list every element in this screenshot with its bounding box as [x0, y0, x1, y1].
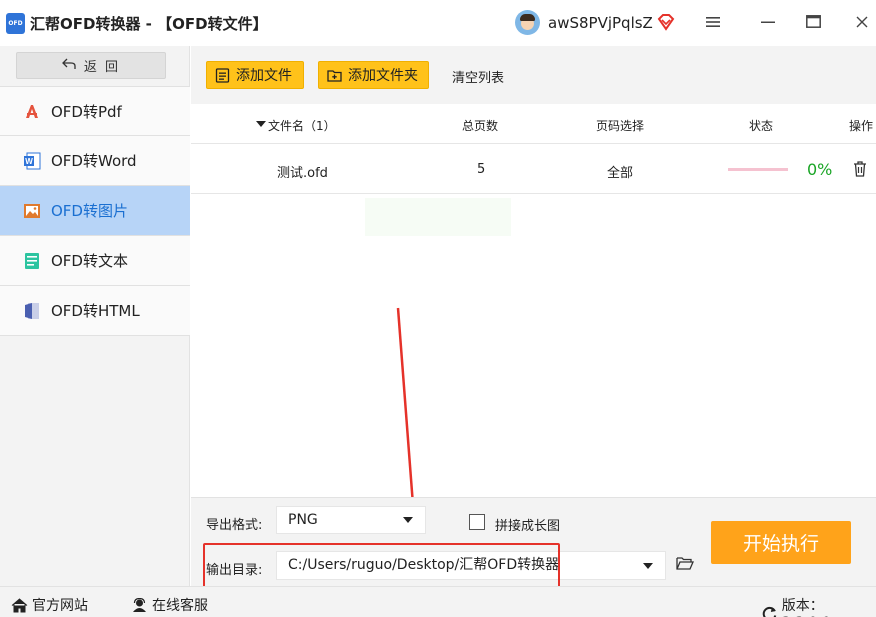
sidebar-item-label: OFD转图片 [51, 202, 128, 220]
table-row[interactable]: 测试.ofd 5 全部 0% [191, 145, 876, 194]
start-button[interactable]: 开始执行 [711, 521, 851, 564]
status-percent: 0% [807, 160, 833, 179]
title-bar: OFD 汇帮OFD转换器 - 【OFD转文件】 awS8PVjPqlsZ [0, 0, 876, 46]
trash-icon[interactable] [853, 161, 867, 177]
toolbar: 添加文件 添加文件夹 清空列表 [191, 46, 876, 104]
add-file-icon [215, 67, 230, 83]
chevron-down-icon [643, 562, 653, 569]
add-file-label: 添加文件 [236, 68, 292, 84]
version-label: 版本： 3.3.0.0 [781, 598, 831, 617]
text-icon [23, 252, 41, 270]
back-button[interactable]: 返 回 [16, 52, 166, 79]
table-header: 文件名（1） 总页数 页码选择 状态 操作 [191, 104, 876, 144]
faded-overlay [365, 198, 511, 236]
avatar-hair [520, 14, 535, 21]
merge-checkbox[interactable] [469, 514, 485, 530]
folder-icon[interactable] [676, 556, 694, 571]
back-label: 返 回 [83, 60, 121, 75]
sidebar-item-label: OFD转Pdf [51, 102, 122, 121]
home-icon [11, 597, 28, 612]
avatar[interactable] [515, 10, 540, 35]
cell-pages: 5 [477, 162, 486, 177]
col-page-select: 页码选择 [596, 119, 645, 133]
progress-bar [728, 168, 788, 171]
add-file-button[interactable]: 添加文件 [206, 61, 304, 89]
vip-diamond-icon[interactable] [656, 12, 676, 32]
clear-list-button[interactable]: 清空列表 [452, 67, 504, 86]
sort-caret-icon[interactable] [256, 117, 266, 131]
close-icon[interactable] [851, 12, 873, 34]
back-arrow-icon [62, 58, 76, 74]
refresh-icon [762, 606, 777, 617]
word-icon: W [23, 152, 41, 170]
highlight-box [203, 543, 560, 589]
image-icon [23, 202, 41, 220]
format-label: 导出格式: [206, 518, 263, 533]
support-label: 在线客服 [152, 598, 208, 614]
sidebar-item-text[interactable]: OFD转文本 [0, 236, 190, 286]
chevron-down-icon [403, 517, 413, 523]
col-status: 状态 [749, 119, 774, 133]
merge-label[interactable]: 拼接成长图 [495, 515, 560, 534]
support-icon [133, 597, 146, 612]
website-label: 官方网站 [32, 598, 88, 614]
window-title: 汇帮OFD转换器 - 【OFD转文件】 [30, 15, 268, 33]
app-logo-icon: OFD [6, 13, 25, 34]
add-folder-icon [327, 68, 342, 83]
col-action: 操作 [849, 119, 874, 133]
sidebar-item-pdf[interactable]: OFD转Pdf [0, 86, 190, 136]
col-pages: 总页数 [462, 119, 499, 133]
pdf-icon [23, 102, 41, 120]
version-info[interactable]: 版本： 3.3.0.0 [762, 595, 876, 617]
status-bar: 官方网站 在线客服 版本： 3.3.0.0 [0, 586, 876, 617]
support-link[interactable]: 在线客服 [131, 595, 208, 615]
nav-list: OFD转Pdf W OFD转Word OFD转图片 OFD转文本 OFD转HTM… [0, 86, 190, 336]
sidebar-item-label: OFD转HTML [51, 302, 140, 320]
svg-text:W: W [25, 157, 33, 166]
sidebar-item-label: OFD转Word [51, 152, 137, 170]
menu-icon[interactable] [702, 12, 724, 34]
col-filename[interactable]: 文件名（1） [268, 117, 336, 134]
username[interactable]: awS8PVjPqlsZ [548, 14, 653, 32]
annotation-arrow [396, 307, 421, 519]
website-link[interactable]: 官方网站 [11, 595, 88, 615]
add-folder-label: 添加文件夹 [348, 68, 418, 84]
maximize-icon[interactable] [802, 12, 824, 34]
format-value: PNG [288, 512, 318, 528]
cell-filename: 测试.ofd [277, 166, 328, 181]
html-icon [23, 302, 41, 320]
sidebar-item-word[interactable]: W OFD转Word [0, 136, 190, 186]
sidebar: 返 回 OFD转Pdf W OFD转Word OFD转图片 OFD转文本 OFD… [0, 46, 190, 586]
sidebar-item-html[interactable]: OFD转HTML [0, 286, 190, 336]
sidebar-item-label: OFD转文本 [51, 252, 128, 270]
minimize-icon[interactable] [757, 12, 779, 34]
file-list-empty-area [191, 195, 876, 497]
sidebar-item-image[interactable]: OFD转图片 [0, 186, 190, 236]
add-folder-button[interactable]: 添加文件夹 [318, 61, 429, 89]
format-select[interactable]: PNG [276, 506, 426, 534]
cell-page-select[interactable]: 全部 [607, 162, 633, 181]
